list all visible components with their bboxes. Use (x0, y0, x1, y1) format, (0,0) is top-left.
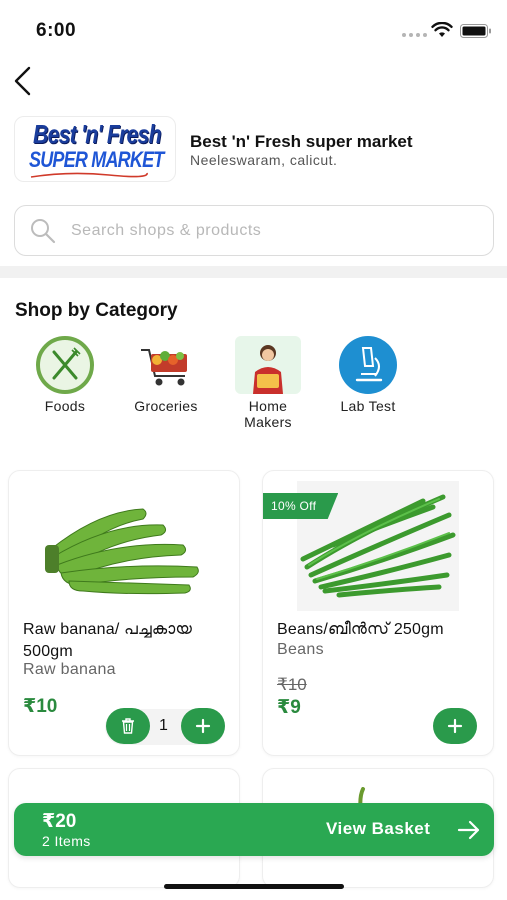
search-bar[interactable] (14, 205, 494, 256)
delete-button[interactable] (106, 708, 150, 744)
search-icon (31, 218, 56, 243)
basket-total: ₹20 (42, 811, 77, 832)
shop-logo[interactable]: Best 'n' Fresh SUPER MARKET (14, 116, 176, 182)
category-label: Lab Test (340, 398, 396, 414)
trash-icon (122, 718, 134, 734)
quantity-value: 1 (159, 717, 168, 734)
category-label: Groceries (134, 398, 198, 414)
product-subtitle: Raw banana (23, 661, 116, 678)
logo-text-secondary: SUPER MARKET (29, 147, 164, 172)
category-label: Foods (44, 398, 86, 414)
back-button[interactable] (4, 62, 40, 100)
battery-icon (460, 24, 491, 38)
home-maker-icon (235, 336, 301, 394)
category-section-title: Shop by Category (15, 300, 178, 321)
product-subtitle: Beans (277, 641, 324, 658)
product-price: ₹10 (23, 696, 58, 717)
logo-text-primary: Best 'n' Fresh (33, 119, 162, 149)
home-indicator[interactable] (164, 884, 344, 889)
category-lab-test[interactable]: Lab Test (318, 336, 418, 414)
category-label: Home Makers (244, 398, 292, 430)
microscope-icon (335, 336, 401, 394)
view-basket-bar[interactable]: ₹20 2 Items View Basket (14, 803, 494, 856)
category-home-makers[interactable]: Home Makers (218, 336, 318, 430)
plus-icon (195, 718, 211, 734)
category-foods[interactable]: Foods (15, 336, 115, 414)
increment-button[interactable] (181, 708, 225, 744)
grocery-cart-icon (133, 336, 199, 394)
logo-swoosh-icon (30, 172, 148, 178)
product-title: Beans/ബീൻസ് 250gm (277, 621, 444, 638)
category-list: Foods Groceries Home Makers Lab Test (0, 336, 507, 436)
green-beans-image (297, 481, 459, 611)
product-card-beans[interactable]: 10% Off Beans/ബീൻസ് 250gm Beans ₹10 ₹9 (262, 470, 494, 756)
discount-badge: 10% Off (263, 493, 339, 519)
basket-item-count: 2 Items (42, 833, 91, 849)
arrow-right-icon (457, 820, 480, 840)
status-bar: 6:00 (0, 0, 507, 60)
shop-header: Best 'n' Fresh SUPER MARKET Best 'n' Fre… (14, 116, 494, 184)
wifi-icon (431, 22, 453, 37)
raw-banana-image (45, 508, 199, 595)
plus-icon (447, 718, 463, 734)
product-card-raw-banana[interactable]: Raw banana/ പച്ചകായ 500gm Raw banana ₹10… (8, 470, 240, 756)
product-price: ₹9 (277, 697, 301, 718)
product-title: Raw banana/ പച്ചകായ 500gm (23, 621, 193, 660)
product-old-price: ₹10 (277, 675, 307, 694)
fork-knife-icon (32, 336, 98, 394)
shop-location: Neeleswaram, calicut. (190, 152, 338, 168)
signal-dots-icon (402, 33, 427, 37)
category-groceries[interactable]: Groceries (116, 336, 216, 414)
add-to-cart-button[interactable] (433, 708, 477, 744)
chevron-left-icon (14, 66, 31, 96)
view-basket-label: View Basket (326, 819, 431, 838)
section-divider (0, 266, 507, 278)
search-input[interactable] (71, 221, 451, 240)
shop-name: Best 'n' Fresh super market (190, 132, 413, 151)
status-time: 6:00 (36, 20, 77, 41)
